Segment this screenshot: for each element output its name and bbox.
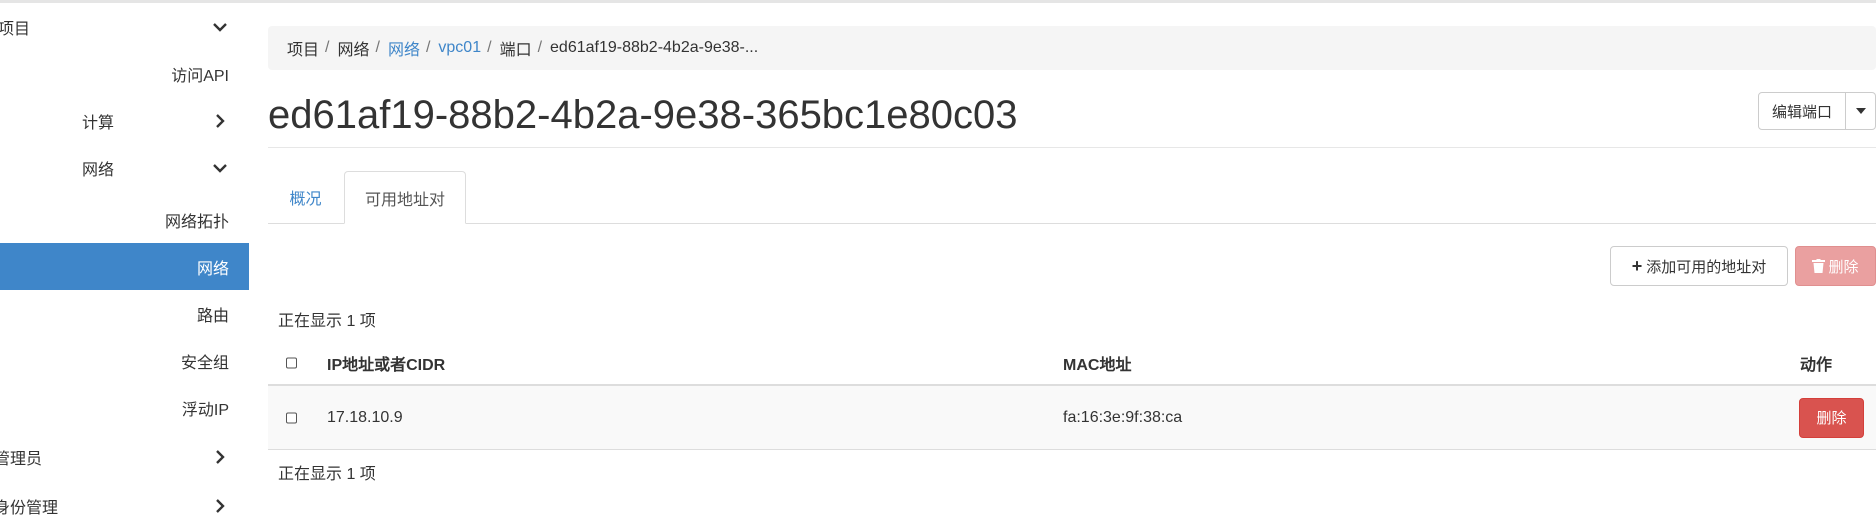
- sidebar-item-network-topology[interactable]: 网络拓扑: [0, 196, 249, 243]
- tab-bar: 概况 可用地址对: [268, 171, 1876, 224]
- breadcrumb-link[interactable]: 网络: [388, 36, 420, 60]
- delete-selected-button[interactable]: 删除: [1795, 246, 1876, 286]
- chevron-right-icon: [216, 449, 225, 464]
- more-actions-dropdown[interactable]: [1846, 92, 1876, 130]
- chevron-down-icon: [213, 22, 227, 32]
- sidebar: 项目 访问API 计算 网络 网络拓扑 网络 路由 安全组 浮动IP 管理员 身…: [0, 0, 249, 528]
- column-header-ip: IP地址或者CIDR: [327, 357, 446, 374]
- breadcrumb-item: 网络: [337, 42, 370, 59]
- sidebar-item-routers[interactable]: 路由: [0, 290, 249, 337]
- chevron-right-icon: [216, 498, 225, 513]
- sidebar-item-floating-ip[interactable]: 浮动IP: [0, 384, 249, 431]
- breadcrumb-item: 项目: [287, 42, 320, 59]
- add-address-pair-label: 添加可用的地址对: [1646, 258, 1767, 276]
- title-divider: [268, 147, 1876, 148]
- sidebar-item-label: 项目: [0, 20, 31, 38]
- sidebar-item-networks[interactable]: 网络: [0, 243, 249, 290]
- trash-icon: [1812, 259, 1826, 273]
- edit-port-button-group: 编辑端口: [1758, 92, 1876, 130]
- sidebar-item-admin[interactable]: 管理员: [0, 433, 249, 480]
- top-border: [0, 0, 1876, 3]
- sidebar-item-label: 网络: [82, 161, 115, 179]
- ip-cell: 17.18.10.9: [327, 408, 403, 426]
- table-row: 17.18.10.9 fa:16:3e:9f:38:ca 删除: [268, 386, 1876, 450]
- table-header: IP地址或者CIDR MAC地址 动作: [268, 342, 1876, 386]
- delete-selected-label: 删除: [1828, 258, 1859, 276]
- sidebar-item-label: 访问API: [171, 67, 229, 85]
- sidebar-item-access-api[interactable]: 访问API: [0, 50, 249, 97]
- delete-row-button[interactable]: 删除: [1799, 397, 1864, 438]
- row-checkbox[interactable]: [286, 412, 297, 423]
- sidebar-item-label: 安全组: [180, 354, 229, 372]
- breadcrumb-current: ed61af19-88b2-4b2a-9e38-...: [550, 39, 759, 56]
- select-all-checkbox[interactable]: [286, 357, 297, 369]
- column-header-mac: MAC地址: [1063, 357, 1132, 374]
- sidebar-item-label: 浮动IP: [181, 401, 229, 419]
- item-count-top: 正在显示 1 项: [278, 313, 376, 330]
- address-pairs-table: IP地址或者CIDR MAC地址 动作 17.18.10.9 fa:16:3e:…: [268, 342, 1876, 450]
- tab-allowed-address-pairs[interactable]: 可用地址对: [344, 171, 466, 224]
- chevron-right-icon: [216, 113, 225, 128]
- item-count-bottom: 正在显示 1 项: [278, 466, 376, 483]
- sidebar-item-identity[interactable]: 身份管理: [0, 482, 249, 529]
- sidebar-item-label: 网络拓扑: [164, 213, 229, 231]
- sidebar-item-security-groups[interactable]: 安全组: [0, 337, 249, 384]
- column-header-actions: 动作: [1800, 357, 1833, 374]
- sidebar-item-label: 网络: [196, 260, 229, 278]
- sidebar-item-network-group[interactable]: 网络: [0, 144, 249, 191]
- page-title: ed61af19-88b2-4b2a-9e38-365bc1e80c03: [268, 93, 1018, 137]
- sidebar-item-label: 身份管理: [0, 499, 59, 517]
- sidebar-item-label: 计算: [82, 114, 115, 132]
- sidebar-item-label: 路由: [196, 307, 229, 325]
- breadcrumb-item: 端口: [499, 42, 532, 59]
- plus-icon: +: [1631, 255, 1643, 276]
- edit-port-button[interactable]: 编辑端口: [1758, 92, 1846, 130]
- breadcrumb: 项目 / 网络 / 网络 / vpc01/ 端口 / ed61af19-88b2-4b2…: [268, 26, 1876, 70]
- sidebar-item-label: 管理员: [0, 450, 43, 468]
- tab-overview[interactable]: 概况: [268, 171, 343, 223]
- chevron-down-icon: [213, 163, 227, 173]
- sidebar-item-project[interactable]: 项目: [0, 3, 249, 50]
- sidebar-item-compute[interactable]: 计算: [0, 97, 249, 144]
- add-address-pair-button[interactable]: + 添加可用的地址对: [1610, 246, 1788, 286]
- caret-down-icon: [1855, 108, 1866, 114]
- breadcrumb-link[interactable]: vpc01: [438, 39, 481, 57]
- mac-cell: fa:16:3e:9f:38:ca: [1063, 408, 1183, 426]
